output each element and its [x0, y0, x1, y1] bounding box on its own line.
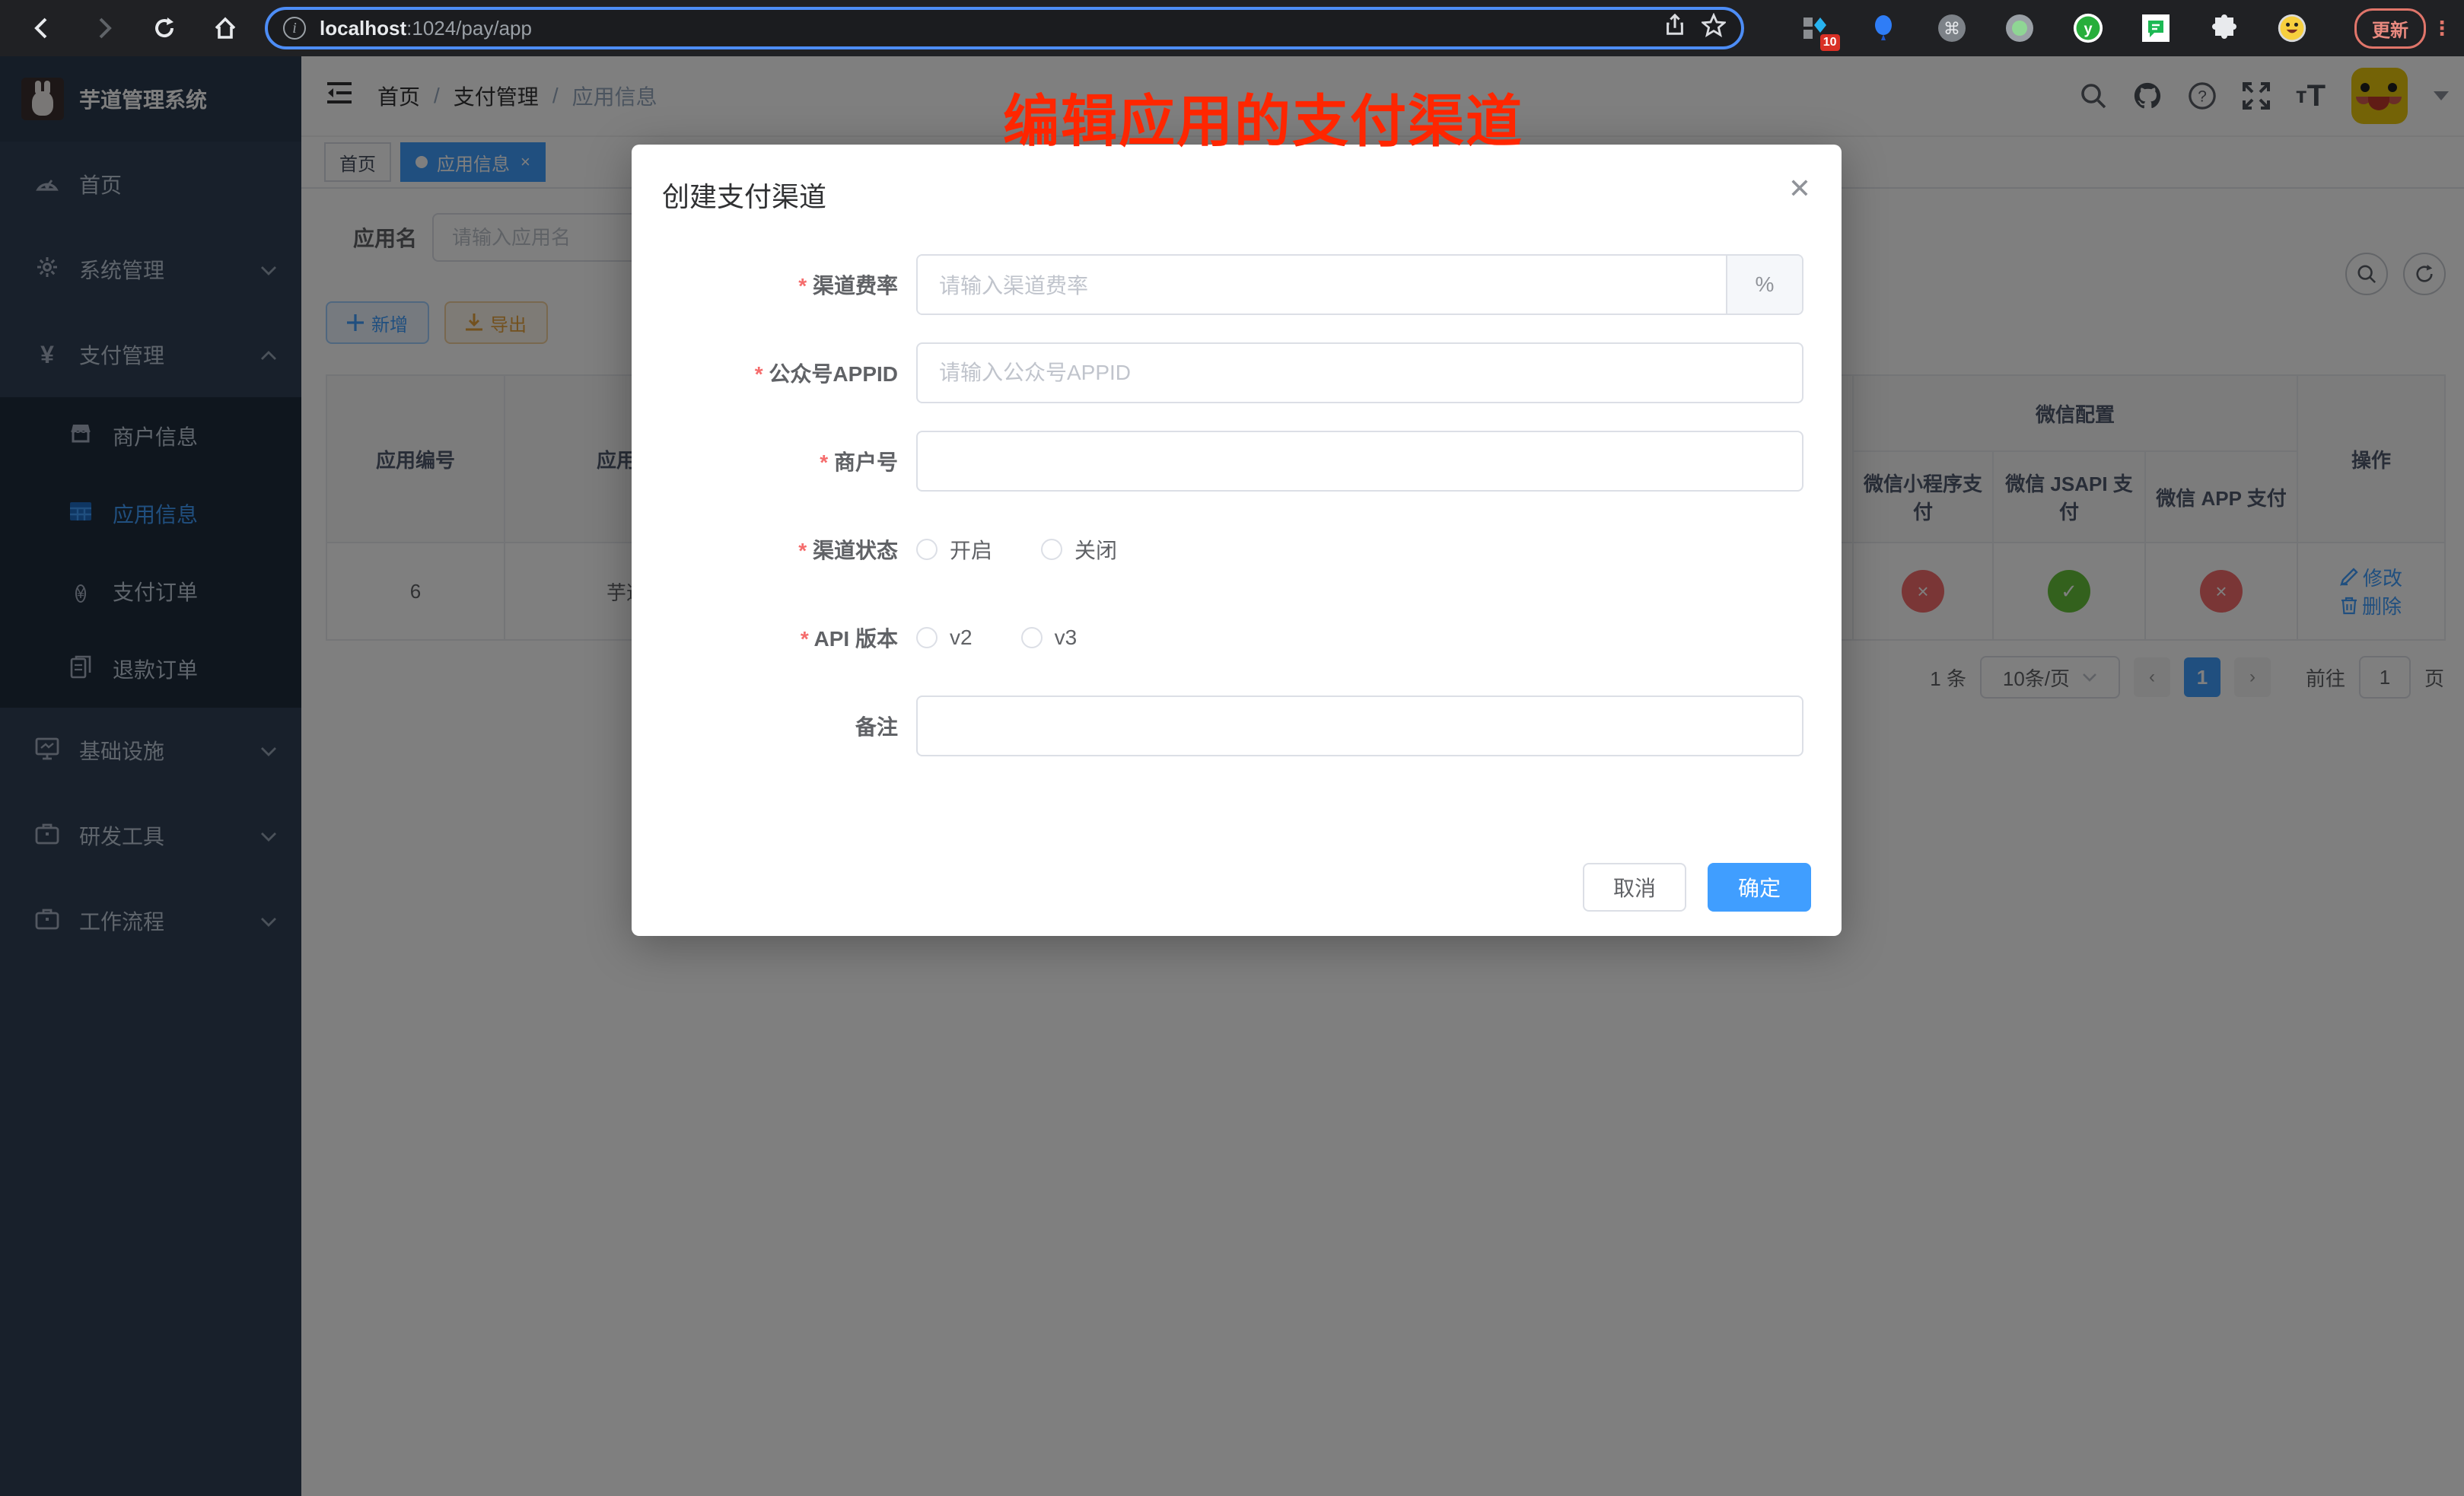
dialog-form: 渠道费率 % 公众号APPID 商户号 [632, 215, 1842, 756]
back-icon[interactable] [24, 10, 61, 46]
appid-input[interactable] [916, 342, 1803, 403]
svg-text:⌘: ⌘ [1944, 19, 1960, 38]
api-v3-radio[interactable]: v3 [1021, 625, 1078, 650]
url-text[interactable]: localhost:1024/pay/app [320, 17, 1648, 40]
bookmark-star-icon[interactable] [1702, 13, 1726, 43]
api-version-label: API 版本 [632, 622, 916, 653]
remark-label: 备注 [632, 711, 916, 741]
merchant-no-input[interactable] [916, 431, 1803, 492]
extension-y-icon[interactable]: y [2073, 13, 2103, 43]
cancel-button[interactable]: 取消 [1583, 863, 1686, 912]
field-channel-status: 渠道状态 开启 关闭 [632, 519, 1803, 580]
browser-update-button[interactable]: 更新 [2354, 8, 2426, 49]
merchant-no-label: 商户号 [632, 446, 916, 476]
field-remark: 备注 [632, 695, 1803, 756]
create-channel-dialog: 创建支付渠道 ✕ 渠道费率 % 公众号APPID 商户号 [632, 145, 1842, 936]
remark-input[interactable] [916, 695, 1803, 756]
browser-menu-icon[interactable]: ⋮ [2432, 17, 2452, 40]
api-v2-radio[interactable]: v2 [916, 625, 973, 650]
radio-circle-icon [1021, 627, 1043, 648]
extension-badge: 10 [1820, 34, 1840, 51]
site-info-icon[interactable]: i [283, 17, 306, 40]
confirm-button[interactable]: 确定 [1708, 863, 1811, 912]
extension-dot-icon[interactable] [2004, 13, 2035, 43]
channel-rate-input[interactable] [918, 256, 1726, 315]
extension-balloon-icon[interactable] [1868, 13, 1899, 43]
status-closed-radio[interactable]: 关闭 [1041, 534, 1117, 565]
share-icon[interactable] [1663, 14, 1686, 43]
percent-suffix: % [1726, 256, 1802, 314]
dialog-close-icon[interactable]: ✕ [1788, 175, 1811, 215]
radio-circle-icon [916, 539, 938, 560]
svg-text:y: y [2084, 21, 2093, 37]
browser-chrome: i localhost:1024/pay/app 10 ⌘ [0, 0, 2464, 56]
appid-label: 公众号APPID [632, 358, 916, 388]
dialog-title: 创建支付渠道 [662, 175, 826, 215]
extension-chat-icon[interactable] [2141, 13, 2171, 43]
annotation-text: 编辑应用的支付渠道 [1003, 76, 1523, 158]
extension-pin-icon[interactable]: 10 [1800, 13, 1831, 43]
screen: i localhost:1024/pay/app 10 ⌘ [0, 0, 2464, 1496]
extensions-row: 10 ⌘ y [1762, 13, 2345, 43]
field-api-version: API 版本 v2 v3 [632, 607, 1803, 668]
field-appid: 公众号APPID [632, 342, 1803, 403]
channel-rate-label: 渠道费率 [632, 269, 916, 300]
radio-circle-icon [916, 627, 938, 648]
forward-icon[interactable] [85, 10, 122, 46]
radio-circle-icon [1041, 539, 1062, 560]
field-merchant-no: 商户号 [632, 431, 1803, 492]
reload-icon[interactable] [146, 10, 183, 46]
dialog-footer: 取消 确定 [1583, 863, 1811, 912]
address-bar[interactable]: i localhost:1024/pay/app [265, 7, 1744, 49]
home-icon[interactable] [207, 10, 244, 46]
field-channel-rate: 渠道费率 % [632, 254, 1803, 315]
profile-emoji-icon[interactable] [2277, 13, 2307, 43]
extension-command-icon[interactable]: ⌘ [1937, 13, 1967, 43]
status-open-radio[interactable]: 开启 [916, 534, 992, 565]
extensions-puzzle-icon[interactable] [2209, 13, 2240, 43]
channel-status-label: 渠道状态 [632, 534, 916, 565]
